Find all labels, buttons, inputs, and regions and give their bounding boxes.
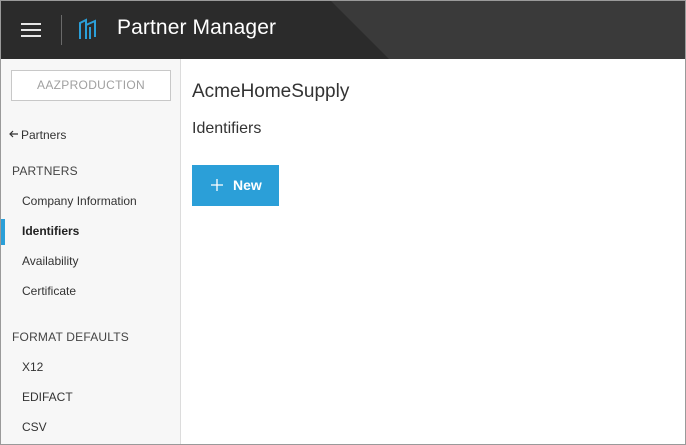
partner-name: AcmeHomeSupply: [192, 81, 350, 102]
new-button-label: New: [233, 177, 262, 193]
arrow-left-icon: [9, 130, 18, 138]
section-heading-partners: PARTNERS: [12, 164, 78, 178]
sidebar-item-x12[interactable]: X12: [1, 354, 180, 380]
back-link-label: Partners: [21, 128, 67, 142]
page-title: Identifiers: [192, 120, 262, 137]
sidebar-item-identifiers[interactable]: Identifiers: [1, 218, 180, 245]
app-title: Partner Manager: [117, 16, 277, 39]
section-heading-format-defaults: FORMAT DEFAULTS: [12, 330, 130, 344]
sidebar-item-edifact[interactable]: EDIFACT: [1, 384, 180, 410]
sidebar-item-company-information[interactable]: Company Information: [1, 188, 180, 214]
header-divider: [61, 15, 62, 45]
environment-selector[interactable]: AAZPRODUCTION: [11, 70, 171, 101]
app-window: Partner Manager AAZPRODUCTION Partners P…: [0, 0, 686, 445]
sidebar-item-csv[interactable]: CSV: [1, 414, 180, 440]
main-content: AcmeHomeSupply Identifiers New: [182, 59, 685, 444]
app-header: Partner Manager: [1, 1, 685, 59]
header-decoration: [331, 1, 685, 59]
partner-manager-logo-icon: [79, 18, 96, 39]
sidebar-item-availability[interactable]: Availability: [1, 248, 180, 274]
new-identifier-button[interactable]: New: [192, 165, 279, 206]
sidebar: AAZPRODUCTION Partners PARTNERS Company …: [1, 59, 181, 444]
plus-icon: [211, 179, 223, 191]
hamburger-menu-icon[interactable]: [21, 20, 43, 40]
back-to-partners-link[interactable]: Partners: [9, 128, 66, 142]
sidebar-item-certificate[interactable]: Certificate: [1, 278, 180, 304]
